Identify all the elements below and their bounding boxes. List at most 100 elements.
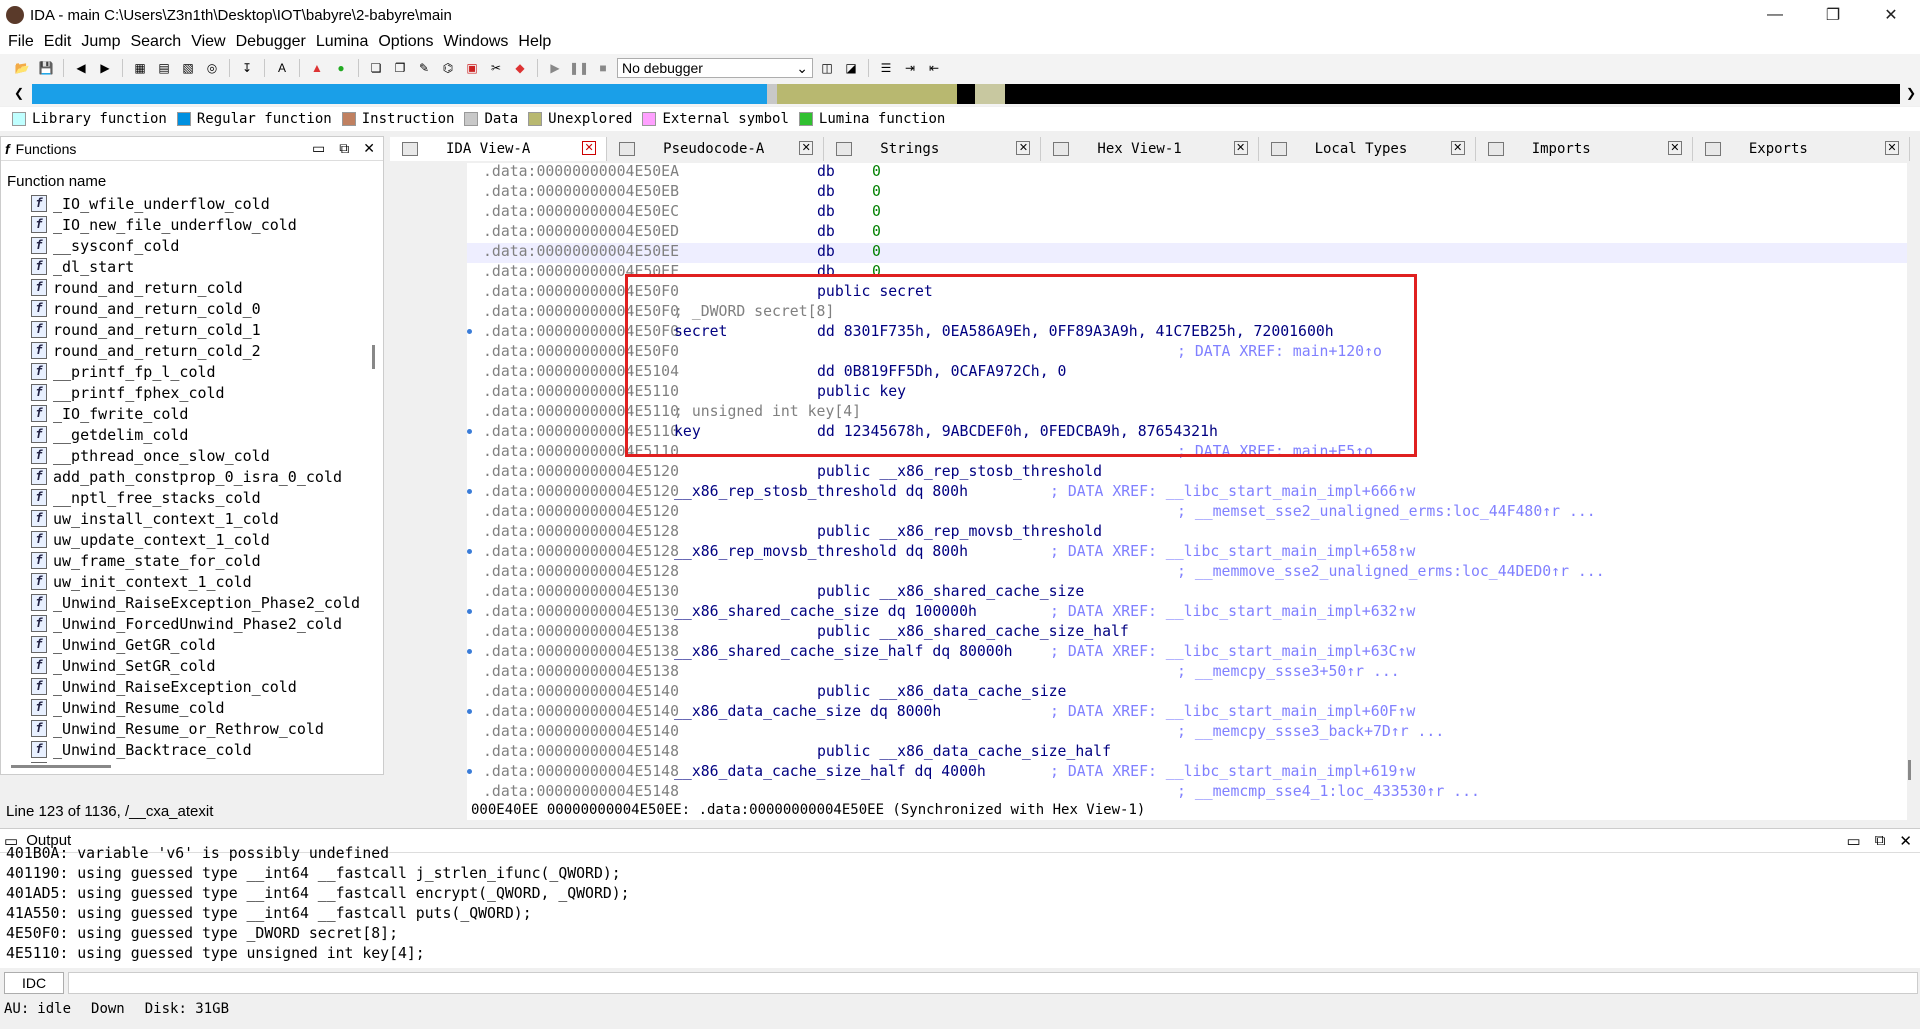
function-list-item[interactable]: f _Unwind_Resume_or_Rethrow_cold — [7, 718, 377, 739]
forward-icon[interactable]: ▶ — [95, 58, 115, 78]
tab-close-icon[interactable]: ✕ — [582, 141, 597, 155]
disassembly-line[interactable]: .data:00000000004E50EE db 0 — [467, 243, 1907, 263]
maximize-button[interactable]: ❐ — [1804, 0, 1862, 30]
function-list-item[interactable]: f round_and_return_cold_0 — [7, 298, 377, 319]
panel-minimize-icon[interactable]: ▭ — [312, 140, 325, 157]
disassembly-line[interactable]: .data:00000000004E5128 public __x86_rep_m… — [467, 523, 1907, 543]
green-icon[interactable]: ● — [331, 58, 351, 78]
scrollbar-thumb[interactable] — [372, 345, 375, 369]
disassembly-line[interactable]: .data:00000000004E5138 ; __memcpy_ssse3+5… — [467, 663, 1907, 683]
back-icon[interactable]: ◀ — [71, 58, 91, 78]
red-icon[interactable]: ▲ — [307, 58, 327, 78]
tab-pseudocode-a[interactable]: Pseudocode-A ✕ — [607, 137, 825, 161]
function-list-item[interactable]: f round_and_return_cold_1 — [7, 319, 377, 340]
menu-help[interactable]: Help — [516, 33, 559, 51]
function-list-item[interactable]: f round_and_return_cold — [7, 277, 377, 298]
disassembly-line[interactable]: .data:00000000004E5140 ; __memcpy_ssse3_b… — [467, 723, 1907, 743]
menu-edit[interactable]: Edit — [42, 33, 80, 51]
stepinto-icon[interactable]: ⇥ — [900, 58, 920, 78]
menu-debugger[interactable]: Debugger — [234, 33, 314, 51]
breakpoint-list-icon[interactable]: ☰ — [876, 58, 896, 78]
disassembly-line[interactable]: .data:00000000004E5148 __x86_data_cache_s… — [467, 763, 1907, 783]
code-scrollbar-thumb[interactable] — [1908, 760, 1911, 780]
disassembly-line[interactable]: .data:00000000004E5148 ; __memcmp_sse4_1:… — [467, 783, 1907, 800]
tab-close-icon[interactable]: ✕ — [1016, 141, 1031, 155]
function-list-item[interactable]: f _Unwind_RaiseException_Phase2_cold — [7, 592, 377, 613]
stepover-icon[interactable]: ⇤ — [924, 58, 944, 78]
menu-view[interactable]: View — [189, 33, 233, 51]
minimize-button[interactable]: — — [1746, 0, 1804, 30]
patch-icon[interactable]: ✂ — [486, 58, 506, 78]
function-list-item[interactable]: f __pthread_once_slow_cold — [7, 445, 377, 466]
disassembly-line[interactable]: .data:00000000004E5130 public __x86_share… — [467, 583, 1907, 603]
menu-jump[interactable]: Jump — [79, 33, 128, 51]
code-icon[interactable]: ❏ — [366, 58, 386, 78]
tab-hex-view-1[interactable]: Hex View-1 ✕ — [1041, 137, 1259, 161]
function-list-item[interactable]: f __printf_fphex_cold — [7, 382, 377, 403]
open-folder-icon[interactable]: 📂 — [12, 58, 32, 78]
disassembly-line[interactable]: .data:00000000004E50EB db 0 — [467, 183, 1907, 203]
function-list-item[interactable]: f _Unwind_GetGR_cold — [7, 634, 377, 655]
column-header-function-name[interactable]: Function name — [7, 173, 377, 193]
idc-command-input[interactable] — [68, 972, 1918, 994]
functions-list[interactable]: Function name f _IO_wfile_underflow_cold f… — [7, 173, 377, 763]
function-list-item[interactable]: f uw_frame_state_for_cold — [7, 550, 377, 571]
menu-lumina[interactable]: Lumina — [314, 33, 376, 51]
text-view-icon[interactable]: ▤ — [154, 58, 174, 78]
tab-imports[interactable]: Imports ✕ — [1476, 137, 1693, 161]
attach-icon[interactable]: ◫ — [817, 58, 837, 78]
horizontal-scrollbar-thumb[interactable] — [11, 765, 111, 768]
disassembly-line[interactable]: .data:00000000004E5120 ; __memset_sse2_un… — [467, 503, 1907, 523]
function-list-item[interactable]: f uw_install_context_1_cold — [7, 508, 377, 529]
data-icon[interactable]: ❐ — [390, 58, 410, 78]
tab-strings[interactable]: Strings ✕ — [824, 137, 1042, 161]
debugger-select[interactable]: No debugger ⌄ — [617, 58, 813, 78]
disassembly-line[interactable]: .data:00000000004E5128 __x86_rep_movsb_th… — [467, 543, 1907, 563]
navigation-band[interactable]: ❮ ❯ — [0, 82, 1920, 106]
function-list-item[interactable]: f __printf_fp_l_cold — [7, 361, 377, 382]
nav-right-arrow-icon[interactable]: ❯ — [1906, 86, 1916, 100]
function-list-item[interactable]: f __nptl_free_stacks_cold — [7, 487, 377, 508]
disassembly-line[interactable]: .data:00000000004E5120 __x86_rep_stosb_th… — [467, 483, 1907, 503]
disassembly-line[interactable]: .data:00000000004E5130 __x86_shared_cache… — [467, 603, 1907, 623]
panel-float-icon[interactable]: ⧉ — [339, 140, 349, 157]
function-list-item[interactable]: f _Unwind_RaiseException_cold — [7, 676, 377, 697]
play-icon[interactable]: ▶ — [545, 58, 565, 78]
function-list-item[interactable]: f __getdelim_cold — [7, 424, 377, 445]
disassembly-line[interactable]: .data:00000000004E5138 public __x86_share… — [467, 623, 1907, 643]
tab-close-icon[interactable]: ✕ — [1450, 141, 1465, 155]
hex-view-icon[interactable]: ▧ — [178, 58, 198, 78]
stop-debug-icon[interactable]: ■ — [593, 58, 613, 78]
graph-icon[interactable]: ▦ — [130, 58, 150, 78]
undefine-icon[interactable]: ▣ — [462, 58, 482, 78]
pause-icon[interactable]: ❚❚ — [569, 58, 589, 78]
proximity-icon[interactable]: ◎ — [202, 58, 222, 78]
function-list-item[interactable]: f uw_init_context_1_cold — [7, 571, 377, 592]
function-list-item[interactable]: f _IO_fwrite_cold — [7, 403, 377, 424]
text-icon[interactable]: A — [272, 58, 292, 78]
disassembly-line[interactable]: .data:00000000004E5140 public __x86_data_… — [467, 683, 1907, 703]
function-list-item[interactable]: f _Unwind_SetGR_cold — [7, 655, 377, 676]
tab-exports[interactable]: Exports ✕ — [1693, 137, 1910, 161]
disassembly-view[interactable]: .data:00000000004E50EA db 0 .data:000000000… — [467, 163, 1907, 800]
disassembly-line[interactable]: .data:00000000004E5148 public __x86_data_… — [467, 743, 1907, 763]
disassembly-line[interactable]: .data:00000000004E5140 __x86_data_cache_s… — [467, 703, 1907, 723]
menu-search[interactable]: Search — [128, 33, 189, 51]
panel-close-icon[interactable]: ✕ — [363, 140, 375, 157]
string-icon[interactable]: ✎ — [414, 58, 434, 78]
disassembly-line[interactable]: .data:00000000004E50EA db 0 — [467, 163, 1907, 183]
run-to-icon[interactable]: ↧ — [237, 58, 257, 78]
close-button[interactable]: ✕ — [1862, 0, 1920, 30]
function-list-item[interactable]: f classify_object_over_fdes_cold — [7, 760, 377, 763]
function-list-item[interactable]: f __sysconf_cold — [7, 235, 377, 256]
idc-button[interactable]: IDC — [4, 972, 64, 994]
function-list-item[interactable]: f _Unwind_Backtrace_cold — [7, 739, 377, 760]
tab-close-icon[interactable]: ✕ — [1667, 141, 1682, 155]
function-list-item[interactable]: f _dl_start — [7, 256, 377, 277]
function-list-item[interactable]: f _Unwind_Resume_cold — [7, 697, 377, 718]
tab-close-icon[interactable]: ✕ — [1884, 141, 1899, 155]
detach-icon[interactable]: ◪ — [841, 58, 861, 78]
disassembly-line[interactable]: .data:00000000004E50ED db 0 — [467, 223, 1907, 243]
function-list-item[interactable]: f _Unwind_ForcedUnwind_Phase2_cold — [7, 613, 377, 634]
disassembly-line[interactable]: .data:00000000004E50EC db 0 — [467, 203, 1907, 223]
